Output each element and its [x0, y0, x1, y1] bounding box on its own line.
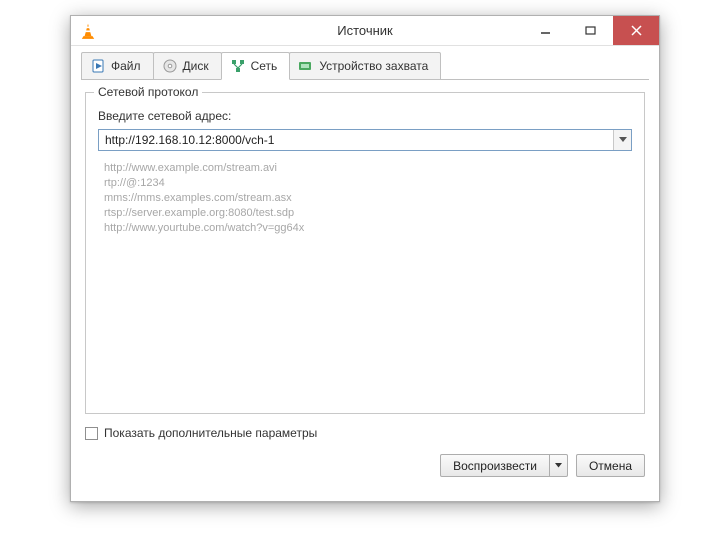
tab-disc[interactable]: Диск: [153, 52, 222, 80]
play-button[interactable]: Воспроизвести: [440, 454, 550, 477]
show-more-checkbox[interactable]: [85, 427, 98, 440]
play-split-button[interactable]: Воспроизвести: [440, 454, 568, 477]
url-combobox[interactable]: [98, 129, 632, 151]
show-more-row[interactable]: Показать дополнительные параметры: [85, 426, 645, 440]
url-section: Введите сетевой адрес: http://www.exampl…: [98, 109, 632, 236]
open-media-dialog: Источник Файл: [70, 15, 660, 502]
tab-file-label: Файл: [111, 59, 141, 73]
minimize-button[interactable]: [523, 16, 568, 45]
close-button[interactable]: [613, 16, 659, 45]
tab-file[interactable]: Файл: [81, 52, 154, 80]
tab-disc-label: Диск: [183, 59, 209, 73]
window-controls: [523, 16, 659, 45]
panel-empty-area: [98, 236, 632, 401]
dialog-footer: Показать дополнительные параметры Воспро…: [71, 414, 659, 491]
tab-capture-label: Устройство захвата: [319, 59, 428, 73]
url-input[interactable]: [99, 130, 613, 150]
titlebar: Источник: [71, 16, 659, 46]
url-example: http://www.example.com/stream.avi: [104, 161, 626, 176]
source-tabs: Файл Диск Сеть Устр: [71, 46, 659, 80]
url-dropdown-button[interactable]: [613, 130, 631, 150]
capture-device-icon: [298, 58, 314, 74]
show-more-label: Показать дополнительные параметры: [104, 426, 317, 440]
play-dropdown-button[interactable]: [550, 454, 568, 477]
network-icon: [230, 58, 246, 74]
cancel-button[interactable]: Отмена: [576, 454, 645, 477]
play-button-label: Воспроизвести: [453, 459, 537, 473]
tab-network[interactable]: Сеть: [221, 52, 291, 80]
network-protocol-legend: Сетевой протокол: [94, 85, 202, 99]
url-example: rtsp://server.example.org:8080/test.sdp: [104, 206, 626, 221]
url-example: mms://mms.examples.com/stream.asx: [104, 191, 626, 206]
file-icon: [90, 58, 106, 74]
dialog-buttons: Воспроизвести Отмена: [85, 454, 645, 477]
disc-icon: [162, 58, 178, 74]
tab-capture[interactable]: Устройство захвата: [289, 52, 441, 80]
maximize-button[interactable]: [568, 16, 613, 45]
url-prompt-label: Введите сетевой адрес:: [98, 109, 632, 123]
cancel-button-label: Отмена: [589, 459, 632, 473]
tab-network-label: Сеть: [251, 59, 278, 73]
network-panel: Сетевой протокол Введите сетевой адрес: …: [71, 80, 659, 414]
url-example: http://www.yourtube.com/watch?v=gg64x: [104, 221, 626, 236]
url-examples: http://www.example.com/stream.avi rtp://…: [104, 161, 626, 236]
vlc-cone-icon: [79, 22, 97, 40]
url-example: rtp://@:1234: [104, 176, 626, 191]
network-protocol-group: Сетевой протокол Введите сетевой адрес: …: [85, 92, 645, 414]
